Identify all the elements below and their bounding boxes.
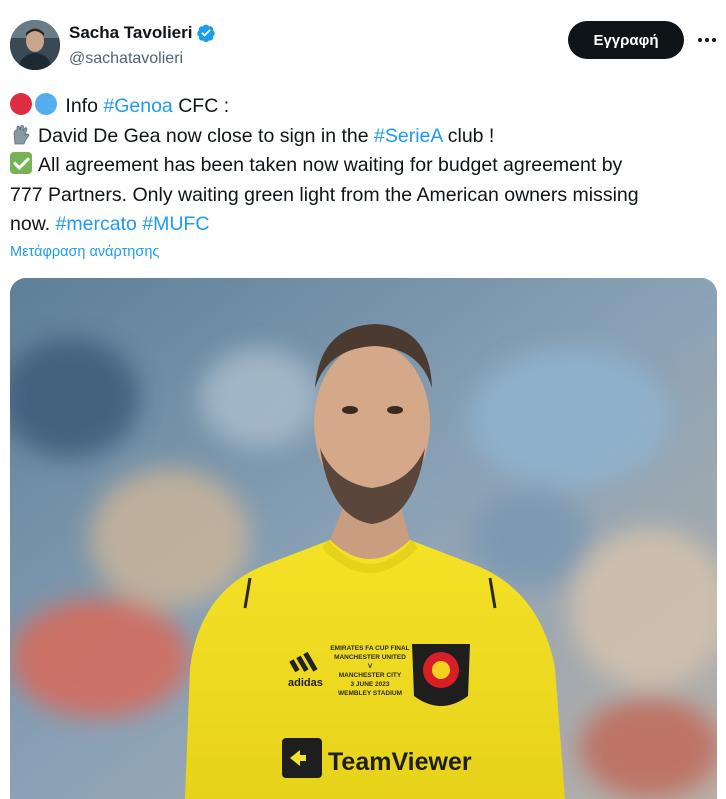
author-name[interactable]: Sacha Tavolieri: [69, 23, 192, 43]
author-handle[interactable]: @sachatavolieri: [69, 50, 183, 68]
tweet-text: Info #Genoa CFC : David De Gea now close…: [10, 92, 716, 240]
tweet-header: Sacha Tavolieri @sachatavolieri Εγγραφή: [10, 18, 716, 78]
more-options-icon[interactable]: [694, 26, 720, 54]
tweet-line-4: 777 Partners. Only waiting green light f…: [10, 183, 639, 206]
tweet-line-1: Info #Genoa CFC :: [10, 92, 716, 122]
gloves-icon: [10, 124, 32, 146]
blue-circle-icon: [35, 93, 57, 115]
shirt-text-line: MANCHESTER UNITED: [334, 654, 406, 661]
tweet-text-segment: All agreement has been taken now waiting…: [38, 154, 623, 176]
verified-badge-icon: [196, 23, 216, 43]
follow-button[interactable]: Εγγραφή: [568, 21, 684, 59]
tweet-text-segment: now.: [10, 213, 56, 235]
shirt-text-line: EMIRATES FA CUP FINAL: [330, 645, 409, 652]
hashtag-mercato[interactable]: #mercato: [56, 213, 137, 235]
tweet-line-2: David De Gea now close to sign in the #S…: [10, 122, 716, 152]
shirt-text-line: WEMBLEY STADIUM: [338, 690, 402, 697]
shirt-brand: adidas: [288, 677, 323, 689]
translate-post-link[interactable]: Μετάφραση ανάρτησης: [10, 244, 159, 260]
tweet-text-segment: club !: [442, 124, 495, 147]
tweet-line-3: All agreement has been taken now waiting…: [10, 151, 716, 181]
red-circle-icon: [10, 93, 32, 115]
shirt-text-line: MANCHESTER CITY: [339, 672, 402, 679]
shirt-text-line: 3 JUNE 2023: [350, 681, 389, 688]
sponsor-logo: TeamViewer: [328, 748, 472, 776]
tweet-text-segment: CFC :: [172, 95, 230, 117]
tweet-line-5: now. #mercato #MUFC: [10, 210, 716, 240]
shirt-text-line: V: [368, 663, 373, 670]
avatar[interactable]: [10, 20, 60, 70]
hashtag-mufc[interactable]: #MUFC: [142, 213, 209, 235]
tweet-media-image[interactable]: adidas EMIRATES FA CUP FINAL MANCHESTER …: [10, 278, 717, 799]
hashtag-seriea[interactable]: #SerieA: [374, 125, 442, 147]
tweet-text-segment: David De Gea now close to sign in the: [38, 124, 375, 147]
check-mark-icon: [10, 152, 32, 174]
tweet-text-segment: Info: [65, 95, 104, 117]
hashtag-genoa[interactable]: #Genoa: [103, 95, 172, 117]
